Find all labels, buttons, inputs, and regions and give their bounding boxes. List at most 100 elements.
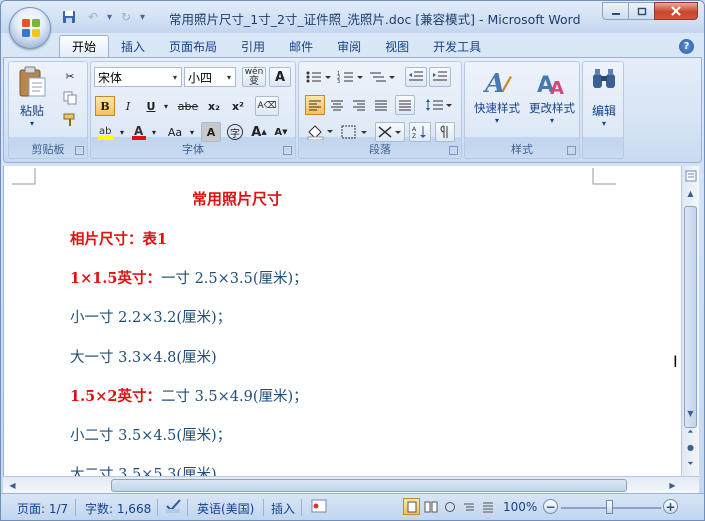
help-icon[interactable]: ? (679, 39, 694, 54)
align-right-icon[interactable] (349, 95, 369, 115)
clipboard-launcher-icon[interactable] (75, 146, 84, 155)
show-marks-icon[interactable] (435, 122, 455, 142)
decrease-indent-icon[interactable] (405, 67, 427, 87)
copy-icon[interactable] (59, 88, 81, 108)
phonetic-guide-button[interactable]: wén 变 (242, 67, 266, 87)
scroll-up-icon[interactable]: ▲ (683, 186, 698, 201)
insert-mode-status[interactable]: 插入 (271, 500, 295, 517)
shading-icon[interactable] (305, 122, 335, 142)
numbering-icon[interactable]: 123 (335, 67, 365, 87)
vertical-scrollbar[interactable]: ▲ ▼ ⏶ ● ⏷ (681, 166, 699, 476)
customize-qat-icon[interactable]: ▾ (140, 12, 145, 23)
align-center-icon[interactable] (327, 95, 347, 115)
font-color-dropdown-icon[interactable]: ▾ (149, 122, 159, 142)
borders-icon[interactable] (339, 122, 369, 142)
subscript-button[interactable]: x₂ (203, 96, 225, 116)
tab-developer[interactable]: 开发工具 (421, 35, 493, 57)
undo-icon[interactable]: ↶ (83, 8, 103, 26)
change-case-button[interactable]: Aa (163, 122, 187, 142)
macro-record-icon[interactable] (311, 499, 327, 516)
tab-page-layout[interactable]: 页面布局 (157, 35, 229, 57)
save-icon[interactable] (59, 8, 79, 26)
clear-formatting-icon[interactable]: A⌫ (255, 96, 279, 116)
change-styles-button[interactable]: A A 更改样式 ▾ (525, 66, 579, 125)
bullets-icon[interactable] (303, 67, 333, 87)
zoom-level[interactable]: 100% (503, 500, 537, 514)
zoom-slider-knob[interactable] (606, 500, 613, 514)
format-painter-icon[interactable] (59, 110, 81, 130)
paragraph-launcher-icon[interactable] (449, 146, 458, 155)
minimize-icon[interactable] (602, 2, 629, 20)
paste-button[interactable]: 粘贴 ▾ (14, 66, 50, 128)
print-layout-view-icon[interactable] (403, 498, 420, 515)
editing-dropdown-icon[interactable]: ▾ (602, 119, 606, 128)
font-size-dropdown-icon[interactable]: ▾ (223, 68, 235, 86)
language-status[interactable]: 英语(美国) (197, 500, 254, 517)
editing-button[interactable]: 编辑 ▾ (586, 66, 622, 128)
bold-button[interactable]: B (95, 96, 115, 116)
tab-home[interactable]: 开始 (59, 35, 110, 57)
change-styles-dropdown-icon[interactable]: ▾ (550, 116, 554, 125)
page-count[interactable]: 页面: 1/7 (17, 500, 68, 517)
cut-icon[interactable]: ✂ (59, 66, 81, 86)
office-button[interactable] (9, 7, 51, 49)
outline-view-icon[interactable] (460, 498, 477, 515)
quick-styles-dropdown-icon[interactable]: ▾ (495, 116, 499, 125)
tab-references[interactable]: 引用 (229, 35, 277, 57)
scroll-down-icon[interactable]: ▼ (683, 406, 698, 421)
superscript-button[interactable]: x² (227, 96, 249, 116)
font-size-combo[interactable]: 小四 ▾ (184, 67, 236, 87)
restore-icon[interactable] (628, 2, 655, 20)
font-color-icon[interactable]: A (129, 122, 149, 142)
chinese-layout-icon[interactable] (375, 122, 405, 142)
grow-font-button[interactable]: A ▲ (249, 122, 269, 142)
justify-icon[interactable] (371, 95, 391, 115)
zoom-out-icon[interactable]: − (543, 499, 558, 514)
web-layout-view-icon[interactable] (441, 498, 458, 515)
tab-mailings[interactable]: 邮件 (277, 35, 325, 57)
document-page[interactable]: 常用照片尺寸 相片尺寸：表1 1×1.5英寸：一寸 2.5×3.5(厘米)； 小… (3, 166, 681, 476)
select-browse-object-icon[interactable]: ● (683, 440, 698, 455)
close-icon[interactable] (654, 2, 698, 20)
draft-view-icon[interactable] (479, 498, 496, 515)
sort-icon[interactable]: AZ (409, 122, 431, 142)
font-name-dropdown-icon[interactable]: ▾ (169, 68, 181, 86)
underline-button[interactable]: U (141, 96, 161, 116)
font-launcher-icon[interactable] (283, 146, 292, 155)
zoom-in-icon[interactable]: + (663, 499, 678, 514)
char-shading-button[interactable]: A (201, 122, 221, 142)
previous-page-icon[interactable]: ⏶ (683, 424, 698, 439)
scroll-right-icon[interactable]: ▶ (665, 478, 680, 493)
tab-view[interactable]: 视图 (373, 35, 421, 57)
ruler-toggle-icon[interactable] (683, 168, 698, 183)
tab-review[interactable]: 审阅 (325, 35, 373, 57)
multilevel-list-icon[interactable] (367, 67, 397, 87)
paste-dropdown-icon[interactable]: ▾ (30, 119, 34, 128)
scroll-left-icon[interactable]: ◀ (5, 478, 20, 493)
styles-launcher-icon[interactable] (567, 146, 576, 155)
font-name-combo[interactable]: 宋体 ▾ (94, 67, 182, 87)
line-spacing-icon[interactable] (423, 95, 455, 115)
full-screen-reading-view-icon[interactable] (422, 498, 439, 515)
underline-dropdown-icon[interactable]: ▾ (161, 96, 171, 116)
align-left-icon[interactable] (305, 95, 325, 115)
quick-styles-button[interactable]: A 快速样式 ▾ (469, 66, 525, 125)
enclose-char-button[interactable]: 字 (225, 122, 245, 142)
strikethrough-button[interactable]: abe (175, 96, 201, 116)
shrink-font-button[interactable]: A ▼ (271, 122, 291, 142)
undo-dropdown-icon[interactable]: ▾ (107, 12, 112, 23)
tab-insert[interactable]: 插入 (109, 35, 157, 57)
highlight-icon[interactable]: ab (95, 122, 117, 142)
change-case-dropdown-icon[interactable]: ▾ (187, 122, 197, 142)
increase-indent-icon[interactable] (429, 67, 451, 87)
distributed-icon[interactable] (395, 95, 415, 115)
horizontal-scroll-thumb[interactable] (111, 479, 627, 492)
proofing-icon[interactable] (165, 498, 183, 517)
vertical-scroll-thumb[interactable] (684, 206, 697, 428)
redo-icon[interactable]: ↻ (116, 8, 136, 26)
italic-button[interactable]: I (118, 96, 138, 116)
horizontal-scrollbar[interactable]: ◀ ▶ (3, 476, 699, 493)
char-border-button[interactable]: A (269, 67, 291, 87)
word-count[interactable]: 字数: 1,668 (85, 500, 151, 517)
next-page-icon[interactable]: ⏷ (683, 456, 698, 471)
